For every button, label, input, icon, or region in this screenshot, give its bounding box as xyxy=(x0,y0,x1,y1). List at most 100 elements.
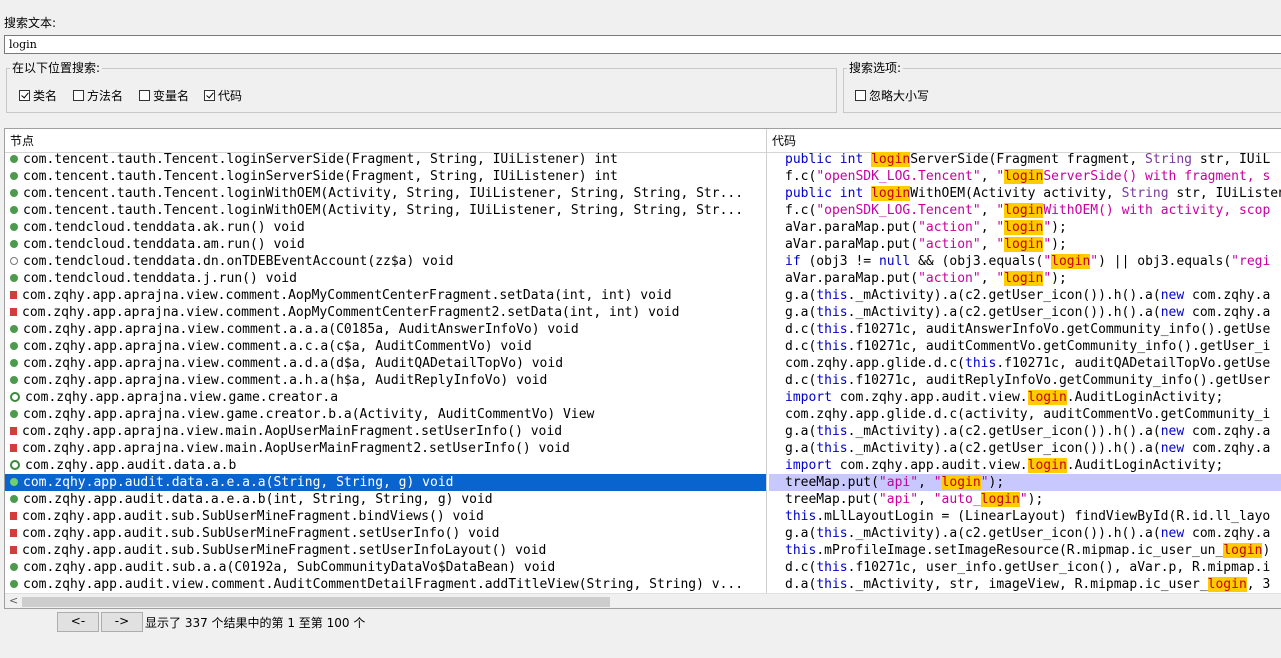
result-code-row[interactable]: com.zqhy.app.glide.d.c(this.f10271c, aud… xyxy=(769,355,1281,372)
result-code-row[interactable]: public int loginServerSide(Fragment frag… xyxy=(769,151,1281,168)
match-highlight: login xyxy=(1004,203,1044,218)
result-node-row[interactable]: com.tencent.tauth.Tencent.loginWithOEM(A… xyxy=(5,202,766,219)
scroll-left-arrow-icon[interactable]: < xyxy=(9,594,18,607)
result-node-row[interactable]: com.zqhy.app.aprajna.view.comment.a.d.a(… xyxy=(5,355,766,372)
result-node-row[interactable]: com.zqhy.app.audit.sub.a.a(C0192a, SubCo… xyxy=(5,559,766,576)
result-code-row[interactable]: g.a(this._mActivity).a(c2.getUser_icon()… xyxy=(769,304,1281,321)
checkbox-box[interactable] xyxy=(139,90,150,101)
match-highlight: login xyxy=(941,475,981,490)
checkbox-method-name[interactable]: 方法名 xyxy=(73,87,123,104)
method-icon xyxy=(10,579,18,588)
checkbox-box[interactable] xyxy=(19,90,30,101)
private-icon xyxy=(10,290,17,299)
code-token: this xyxy=(816,305,848,320)
column-header-code[interactable]: 代码 xyxy=(767,129,1281,153)
checkbox-label: 代码 xyxy=(218,89,243,103)
result-code-row[interactable]: f.c("openSDK_LOG.Tencent", "loginWithOEM… xyxy=(769,202,1281,219)
result-node-row[interactable]: com.tencent.tauth.Tencent.loginWithOEM(A… xyxy=(5,185,766,202)
result-code-row[interactable]: public int loginWithOEM(Activity activit… xyxy=(769,185,1281,202)
result-code-row[interactable]: g.a(this._mActivity).a(c2.getUser_icon()… xyxy=(769,525,1281,542)
result-code-row[interactable]: aVar.paraMap.put("action", "login"); xyxy=(769,219,1281,236)
result-node-row[interactable]: com.zqhy.app.audit.sub.SubUserMineFragme… xyxy=(5,525,766,542)
result-code-row[interactable]: g.a(this._mActivity).a(c2.getUser_icon()… xyxy=(769,423,1281,440)
result-node-row[interactable]: com.zqhy.app.audit.sub.SubUserMineFragme… xyxy=(5,542,766,559)
results-status: 显示了 337 个结果中的第 1 至第 100 个 xyxy=(145,616,366,630)
code-token: d.c( xyxy=(785,373,817,388)
result-node-row[interactable]: com.tendcloud.tenddata.j.run() void xyxy=(5,270,766,287)
checkbox-class-name[interactable]: 类名 xyxy=(19,87,57,104)
result-node-row[interactable]: com.zqhy.app.aprajna.view.main.AopUserMa… xyxy=(5,423,766,440)
result-code-row[interactable]: if (obj3 != null && (obj3.equals("login"… xyxy=(769,253,1281,270)
code-token: "action" xyxy=(918,271,981,286)
private-icon xyxy=(10,528,17,537)
checkbox-code[interactable]: 代码 xyxy=(204,87,242,104)
result-node-row[interactable]: com.zqhy.app.aprajna.view.comment.a.h.a(… xyxy=(5,372,766,389)
result-code-row[interactable]: d.c(this.f10271c, auditReplyInfoVo.getCo… xyxy=(769,372,1281,389)
result-code-row[interactable]: d.a(this._mActivity, str, imageView, R.m… xyxy=(769,576,1281,593)
result-node-row[interactable]: com.zqhy.app.audit.view.comment.AuditCom… xyxy=(5,576,766,593)
code-token: " xyxy=(933,475,942,490)
result-code-row[interactable]: d.c(this.f10271c, auditCommentVo.getComm… xyxy=(769,338,1281,355)
checkbox-ignore-case[interactable]: 忽略大小写 xyxy=(855,87,929,104)
code-token: com.zqhy.app.glide.d.c( xyxy=(785,356,966,371)
result-node-row[interactable]: com.zqhy.app.aprajna.view.comment.a.c.a(… xyxy=(5,338,766,355)
result-code-row[interactable]: g.a(this._mActivity).a(c2.getUser_icon()… xyxy=(769,287,1281,304)
code-token: "regi xyxy=(1231,254,1271,269)
result-code-row[interactable]: com.zqhy.app.glide.d.c(activity, auditCo… xyxy=(769,406,1281,423)
result-code-row[interactable]: import com.zqhy.app.audit.view.login.Aud… xyxy=(769,389,1281,406)
result-code-row[interactable]: treeMap.put("api", "auto_login"); xyxy=(769,491,1281,508)
checkbox-variable-name[interactable]: 变量名 xyxy=(139,87,189,104)
result-node-text: com.tendcloud.tenddata.j.run() void xyxy=(23,271,297,286)
result-node-row[interactable]: com.zqhy.app.aprajna.view.comment.a.a.a(… xyxy=(5,321,766,338)
result-node-row[interactable]: com.tencent.tauth.Tencent.loginServerSid… xyxy=(5,151,766,168)
result-node-row[interactable]: com.zqhy.app.audit.data.a.e.a.b(int, Str… xyxy=(5,491,766,508)
result-node-row[interactable]: com.tendcloud.tenddata.ak.run() void xyxy=(5,219,766,236)
result-node-row[interactable]: com.tendcloud.tenddata.am.run() void xyxy=(5,236,766,253)
code-token: "auto_ xyxy=(933,492,981,507)
code-token: .f10271c, auditQADetailTopVo.getUse xyxy=(996,356,1271,371)
result-node-text: com.zqhy.app.aprajna.view.main.AopUserMa… xyxy=(22,441,570,456)
result-node-row[interactable]: com.zqhy.app.audit.sub.SubUserMineFragme… xyxy=(5,508,766,525)
result-node-row[interactable]: com.zqhy.app.aprajna.view.game.creator.a xyxy=(5,389,766,406)
result-node-row[interactable]: com.tendcloud.tenddata.dn.onTDEBEventAcc… xyxy=(5,253,766,270)
method-icon xyxy=(10,562,18,571)
results-table[interactable]: 节点 代码 com.tencent.tauth.Tencent.loginSer… xyxy=(4,128,1281,609)
result-node-row[interactable]: com.zqhy.app.aprajna.view.comment.AopMyC… xyxy=(5,287,766,304)
result-code-row[interactable]: this.mLlLayoutLogin = (LinearLayout) fin… xyxy=(769,508,1281,525)
scrollbar-thumb[interactable] xyxy=(22,597,610,607)
code-token: new xyxy=(1160,288,1185,303)
code-token: ._mActivity).a(c2.getUser_icon()).h().a( xyxy=(847,424,1161,439)
result-code-row[interactable]: g.a(this._mActivity).a(c2.getUser_icon()… xyxy=(769,440,1281,457)
result-code-row[interactable]: treeMap.put("api", "login"); xyxy=(769,474,1281,491)
private-icon xyxy=(10,511,17,520)
result-node-row[interactable]: com.zqhy.app.aprajna.view.main.AopUserMa… xyxy=(5,440,766,457)
match-highlight: login xyxy=(1004,169,1044,184)
result-node-text: com.zqhy.app.aprajna.view.main.AopUserMa… xyxy=(22,424,563,439)
result-node-text: com.zqhy.app.audit.data.a.e.a.a(String, … xyxy=(23,475,454,490)
result-node-row[interactable]: com.zqhy.app.aprajna.view.game.creator.b… xyxy=(5,406,766,423)
result-node-row[interactable]: com.zqhy.app.aprajna.view.comment.AopMyC… xyxy=(5,304,766,321)
result-code-row[interactable]: import com.zqhy.app.audit.view.login.Aud… xyxy=(769,457,1281,474)
match-highlight: login xyxy=(1027,458,1067,473)
column-header-node[interactable]: 节点 xyxy=(5,129,766,153)
result-code-row[interactable]: aVar.paraMap.put("action", "login"); xyxy=(769,270,1281,287)
code-token: g.a( xyxy=(785,305,817,320)
checkbox-box[interactable] xyxy=(73,90,84,101)
result-node-row[interactable]: com.tencent.tauth.Tencent.loginServerSid… xyxy=(5,168,766,185)
result-node-text: com.zqhy.app.audit.sub.SubUserMineFragme… xyxy=(22,526,500,541)
prev-page-button[interactable]: <- xyxy=(57,612,99,632)
checkbox-box[interactable] xyxy=(204,90,215,101)
result-node-row[interactable]: com.zqhy.app.audit.data.a.b xyxy=(5,457,766,474)
code-token: this xyxy=(816,322,848,337)
result-code-row[interactable]: d.c(this.f10271c, auditAnswerInfoVo.getC… xyxy=(769,321,1281,338)
column-divider[interactable] xyxy=(766,129,767,593)
result-code-row[interactable]: aVar.paraMap.put("action", "login"); xyxy=(769,236,1281,253)
horizontal-scrollbar[interactable]: < xyxy=(5,593,1281,608)
result-code-row[interactable]: f.c("openSDK_LOG.Tencent", "loginServerS… xyxy=(769,168,1281,185)
result-code-row[interactable]: d.c(this.f10271c, user_info.getUser_icon… xyxy=(769,559,1281,576)
result-code-row[interactable]: this.mProfileImage.setImageResource(R.mi… xyxy=(769,542,1281,559)
result-node-row[interactable]: com.zqhy.app.audit.data.a.e.a.a(String, … xyxy=(5,474,766,491)
search-input[interactable]: login xyxy=(4,35,1281,54)
next-page-button[interactable]: -> xyxy=(101,612,143,632)
checkbox-box[interactable] xyxy=(855,90,866,101)
